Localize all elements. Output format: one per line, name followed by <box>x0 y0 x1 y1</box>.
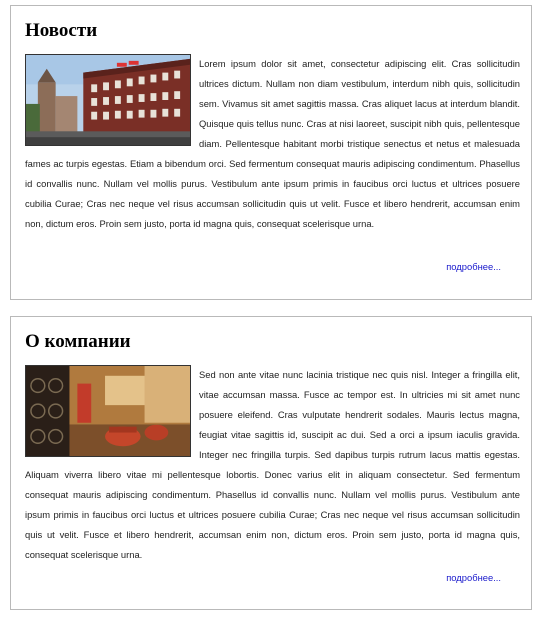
about-title: О компании <box>25 331 131 352</box>
news-card: Новости Lorem ipsum dolor sit amet, cons… <box>10 5 532 300</box>
about-photo <box>25 365 191 457</box>
news-more-link[interactable]: подробнее... <box>446 261 501 272</box>
news-body: Lorem ipsum dolor sit amet, consectetur … <box>25 54 520 234</box>
news-photo <box>25 54 191 146</box>
about-card: О компании Sed non ante vitae nunc lacin… <box>10 316 532 610</box>
about-more-link[interactable]: подробнее... <box>446 572 501 583</box>
news-title: Новости <box>25 20 98 41</box>
about-body: Sed non ante vitae nunc lacinia tristiqu… <box>25 365 520 565</box>
